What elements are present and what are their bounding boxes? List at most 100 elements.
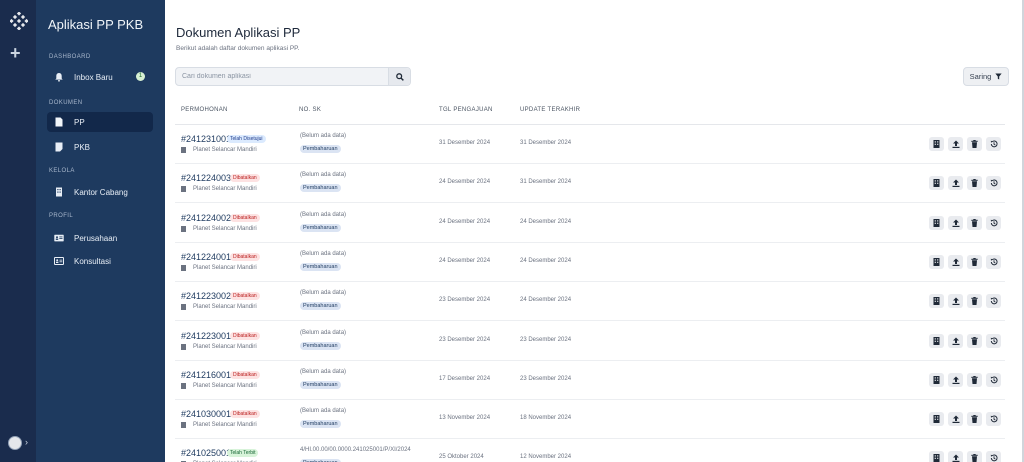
building-button[interactable]	[929, 215, 944, 230]
table-row[interactable]: #241216001 Dibatalkan Planet Selancar Mand…	[175, 361, 1005, 400]
trash-button[interactable]	[967, 215, 982, 230]
table-row[interactable]: #241030001 Dibatalkan Planet Selancar Mand…	[175, 400, 1005, 440]
search-input[interactable]	[176, 68, 388, 85]
updated-date: 23 Desember 2024	[520, 336, 572, 343]
upload-icon	[952, 292, 960, 310]
sidebar-item-pkb[interactable]: PKB	[47, 137, 153, 157]
filter-button[interactable]: Saring	[963, 67, 1009, 86]
history-button[interactable]	[986, 254, 1001, 269]
table-row[interactable]: #241224002 Dibatalkan Planet Selancar Mand…	[175, 204, 1005, 243]
table-row[interactable]: #241224003 Dibatalkan Planet Selancar Mand…	[175, 164, 1005, 204]
request-number[interactable]: #241216001	[181, 370, 231, 380]
building-button[interactable]	[929, 451, 944, 462]
history-icon	[990, 410, 998, 428]
building-button[interactable]	[929, 294, 944, 309]
add-icon[interactable]: +	[10, 44, 21, 62]
trash-button[interactable]	[967, 371, 982, 389]
upload-icon	[952, 371, 960, 389]
request-number[interactable]: #241030001	[181, 409, 231, 419]
building-icon	[933, 332, 940, 350]
consult-icon	[54, 257, 64, 265]
sidebar-item-kantor-cabang[interactable]: Kantor Cabang	[47, 182, 153, 202]
building-icon	[181, 186, 186, 193]
company-label: Planet Selancar Mandiri	[193, 343, 257, 350]
history-button[interactable]	[986, 294, 1001, 309]
request-number[interactable]: #241223001	[181, 331, 231, 341]
building-button[interactable]	[929, 174, 944, 192]
request-number[interactable]: #241224003	[181, 173, 231, 183]
request-number[interactable]: #241025001	[181, 448, 231, 458]
building-button[interactable]	[929, 371, 944, 389]
building-icon	[933, 371, 940, 389]
table-row[interactable]: #241223001 Dibatalkan Planet Selancar Mand…	[175, 322, 1005, 361]
history-icon	[990, 332, 998, 350]
trash-icon	[971, 410, 978, 428]
history-button[interactable]	[986, 332, 1001, 350]
trash-button[interactable]	[967, 451, 982, 462]
trash-button[interactable]	[967, 294, 982, 309]
upload-icon	[952, 332, 960, 350]
table-row[interactable]: #241224001 Dibatalkan Planet Selancar Mand…	[175, 243, 1005, 282]
sidebar-item-pp[interactable]: PP	[47, 112, 153, 132]
history-button[interactable]	[986, 410, 1001, 428]
upload-button[interactable]	[948, 176, 963, 191]
trash-button[interactable]	[967, 176, 982, 191]
upload-button[interactable]	[948, 254, 963, 269]
upload-button[interactable]	[948, 412, 963, 427]
submitted-date: 24 Desember 2024	[439, 257, 491, 264]
sk-number: (Belum ada data)	[300, 133, 347, 139]
trash-button[interactable]	[967, 410, 982, 428]
request-number[interactable]: #241224002	[181, 213, 231, 223]
sidebar-item-inbox[interactable]: Inbox Baru 1	[47, 67, 153, 87]
upload-button[interactable]	[948, 137, 963, 151]
status-badge: Telah Terbit	[227, 449, 259, 458]
building-icon	[56, 187, 62, 197]
sidebar-item-label: Inbox Baru	[74, 72, 113, 82]
trash-icon	[971, 371, 978, 389]
upload-button[interactable]	[948, 371, 963, 389]
bell-icon	[55, 73, 63, 82]
updated-date: 24 Desember 2024	[520, 297, 572, 304]
history-button[interactable]	[986, 176, 1001, 191]
building-button[interactable]	[929, 137, 944, 151]
sidebar-item-konsultasi[interactable]: Konsultasi	[47, 251, 153, 271]
trash-button[interactable]	[967, 333, 982, 348]
upload-button[interactable]	[948, 332, 963, 350]
request-number[interactable]: #241223002	[181, 291, 231, 301]
trash-button[interactable]	[967, 254, 982, 269]
trash-button[interactable]	[967, 137, 982, 151]
company-name: Planet Selancar Mandiri	[181, 382, 257, 389]
upload-button[interactable]	[948, 451, 963, 462]
company-name: Planet Selancar Mandiri	[181, 225, 257, 232]
table-row[interactable]: #241025001Telah TerbitPlanet Selancar Ma…	[175, 439, 1005, 462]
document-icon	[55, 142, 63, 152]
history-button[interactable]	[986, 451, 1001, 462]
sk-number: (Belum ada data)	[300, 211, 347, 218]
table-row[interactable]: #241231001 Telah Disetujui Planet Selancar…	[175, 125, 1005, 164]
building-icon	[933, 174, 940, 192]
column-header-permohonan: PERMOHONAN	[181, 107, 228, 113]
request-number[interactable]: #241231001	[181, 134, 231, 144]
upload-button[interactable]	[948, 292, 963, 310]
search-button[interactable]	[388, 68, 410, 85]
upload-button[interactable]	[948, 215, 963, 230]
sidebar-item-perusahaan[interactable]: Perusahaan	[47, 228, 153, 248]
chevron-right-icon[interactable]: ›	[25, 437, 28, 447]
building-button[interactable]	[929, 332, 944, 350]
section-kelola: KELOLA	[49, 168, 75, 174]
status-badge: Dibatalkan	[230, 331, 260, 340]
app-logo-icon[interactable]	[10, 12, 28, 30]
history-button[interactable]	[986, 372, 1001, 387]
avatar[interactable]	[8, 436, 22, 450]
building-button[interactable]	[929, 412, 944, 427]
table-row[interactable]: #241223002 Dibatalkan Planet Selancar Mand…	[175, 282, 1005, 322]
row-actions	[929, 174, 1001, 192]
updated-date: 24 Desember 2024	[520, 257, 572, 264]
submitted-date: 25 Oktober 2024	[439, 454, 484, 461]
building-button[interactable]	[929, 254, 944, 269]
request-number[interactable]: #241224001	[181, 252, 231, 262]
history-button[interactable]	[986, 214, 1001, 232]
sidebar-item-label: Perusahaan	[74, 233, 118, 243]
history-icon	[990, 214, 998, 232]
history-button[interactable]	[986, 137, 1001, 151]
